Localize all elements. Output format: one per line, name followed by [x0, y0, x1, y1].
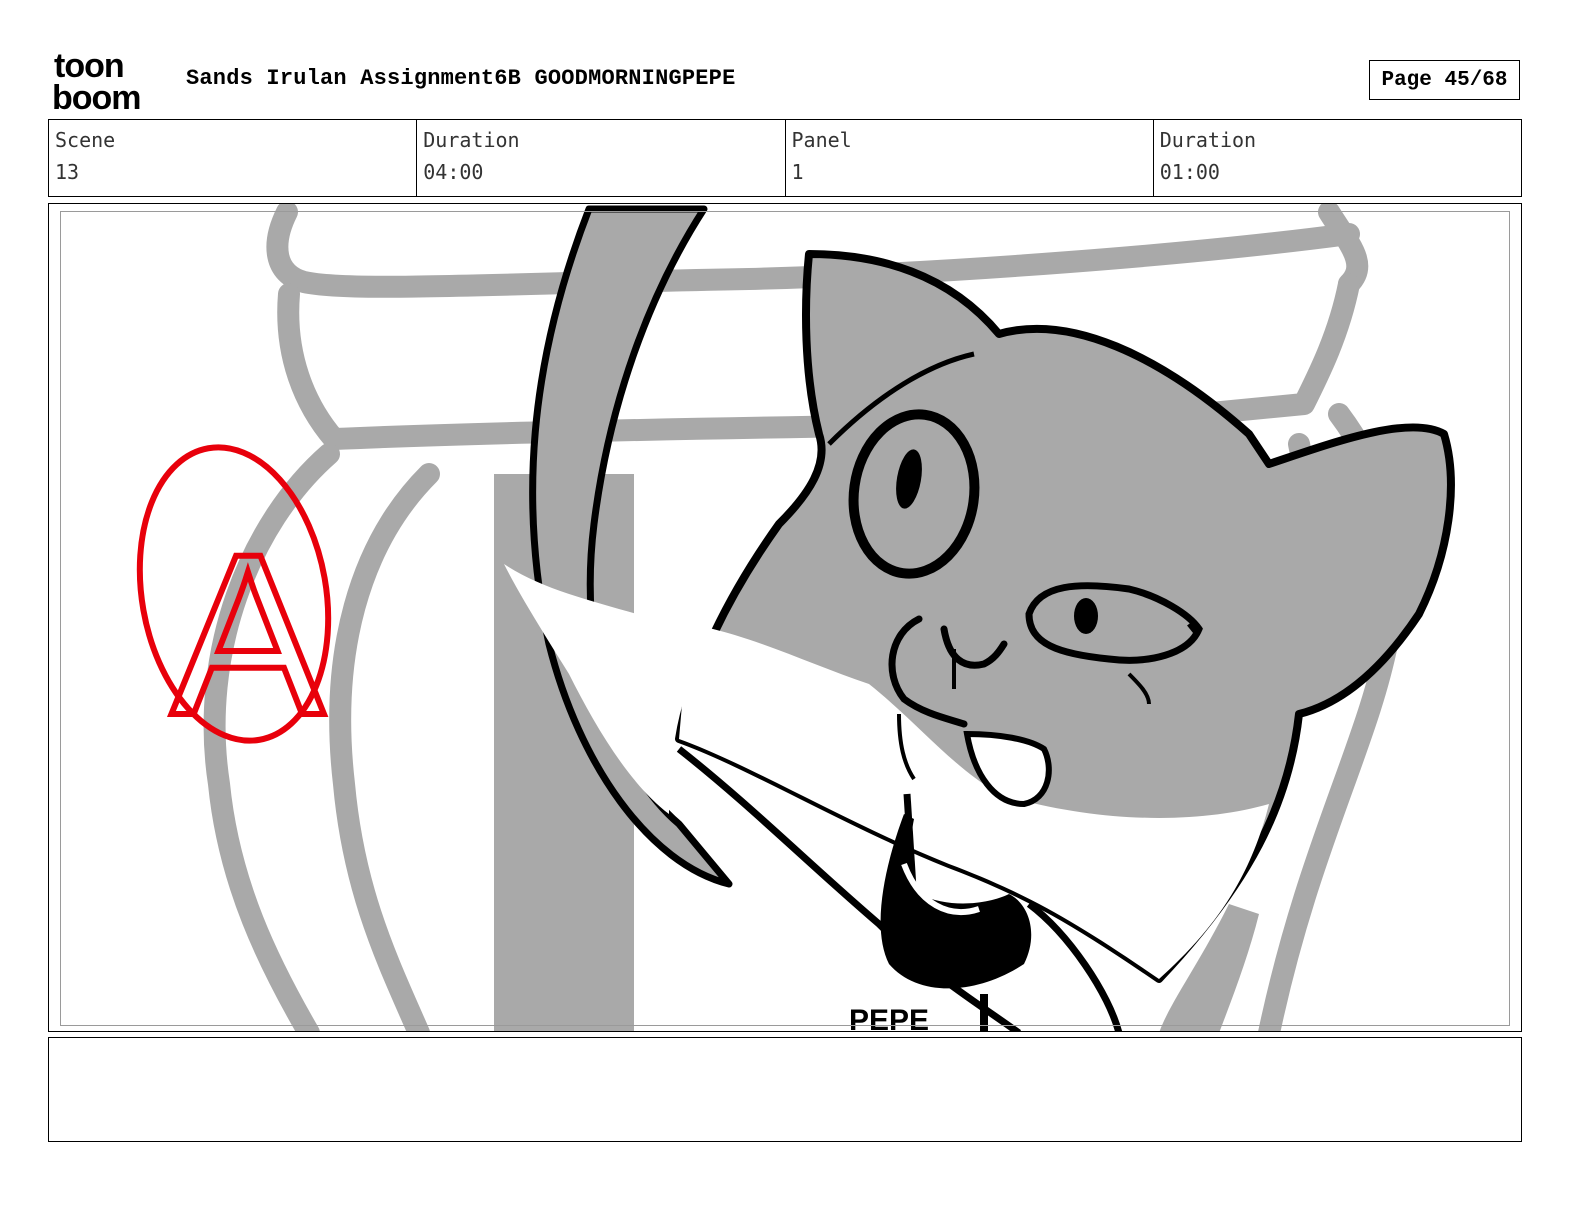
annotation-letter: A: [171, 506, 324, 763]
logo-line-2: boom: [52, 79, 141, 112]
panel-notes-box: [48, 1037, 1522, 1142]
page-indicator: Page 45/68: [1369, 60, 1520, 100]
storyboard-title: Sands Irulan Assignment6B GOODMORNINGPEP…: [186, 66, 736, 91]
panel-duration-value: 01:00: [1159, 160, 1220, 184]
scene-label: Scene: [55, 128, 116, 152]
panel-cell: Panel 1: [786, 120, 1154, 196]
scene-duration-value: 04:00: [423, 160, 484, 184]
panel-duration-label: Duration: [1159, 128, 1257, 152]
panel-duration-cell: Duration 01:00: [1154, 120, 1521, 196]
scene-cell: Scene 13: [49, 120, 418, 196]
shirt-text: PEPE: [849, 1004, 929, 1032]
panel-value: 1: [791, 160, 804, 184]
page-number: 45/68: [1444, 68, 1508, 92]
scene-value: 13: [55, 160, 80, 184]
panel-drawing: PEPE A: [136, 204, 1455, 1032]
panel-label: Panel: [791, 128, 852, 152]
scene-duration-cell: Duration 04:00: [417, 120, 786, 196]
scene-info-table: Scene 13 Duration 04:00 Panel 1 Duration…: [48, 119, 1522, 197]
scene-duration-label: Duration: [423, 128, 520, 152]
storyboard-panel: PEPE A: [48, 203, 1522, 1032]
page-label: Page: [1381, 68, 1432, 92]
cat-right-pupil: [1074, 598, 1098, 634]
toonboom-logo: toon boom: [52, 50, 142, 112]
